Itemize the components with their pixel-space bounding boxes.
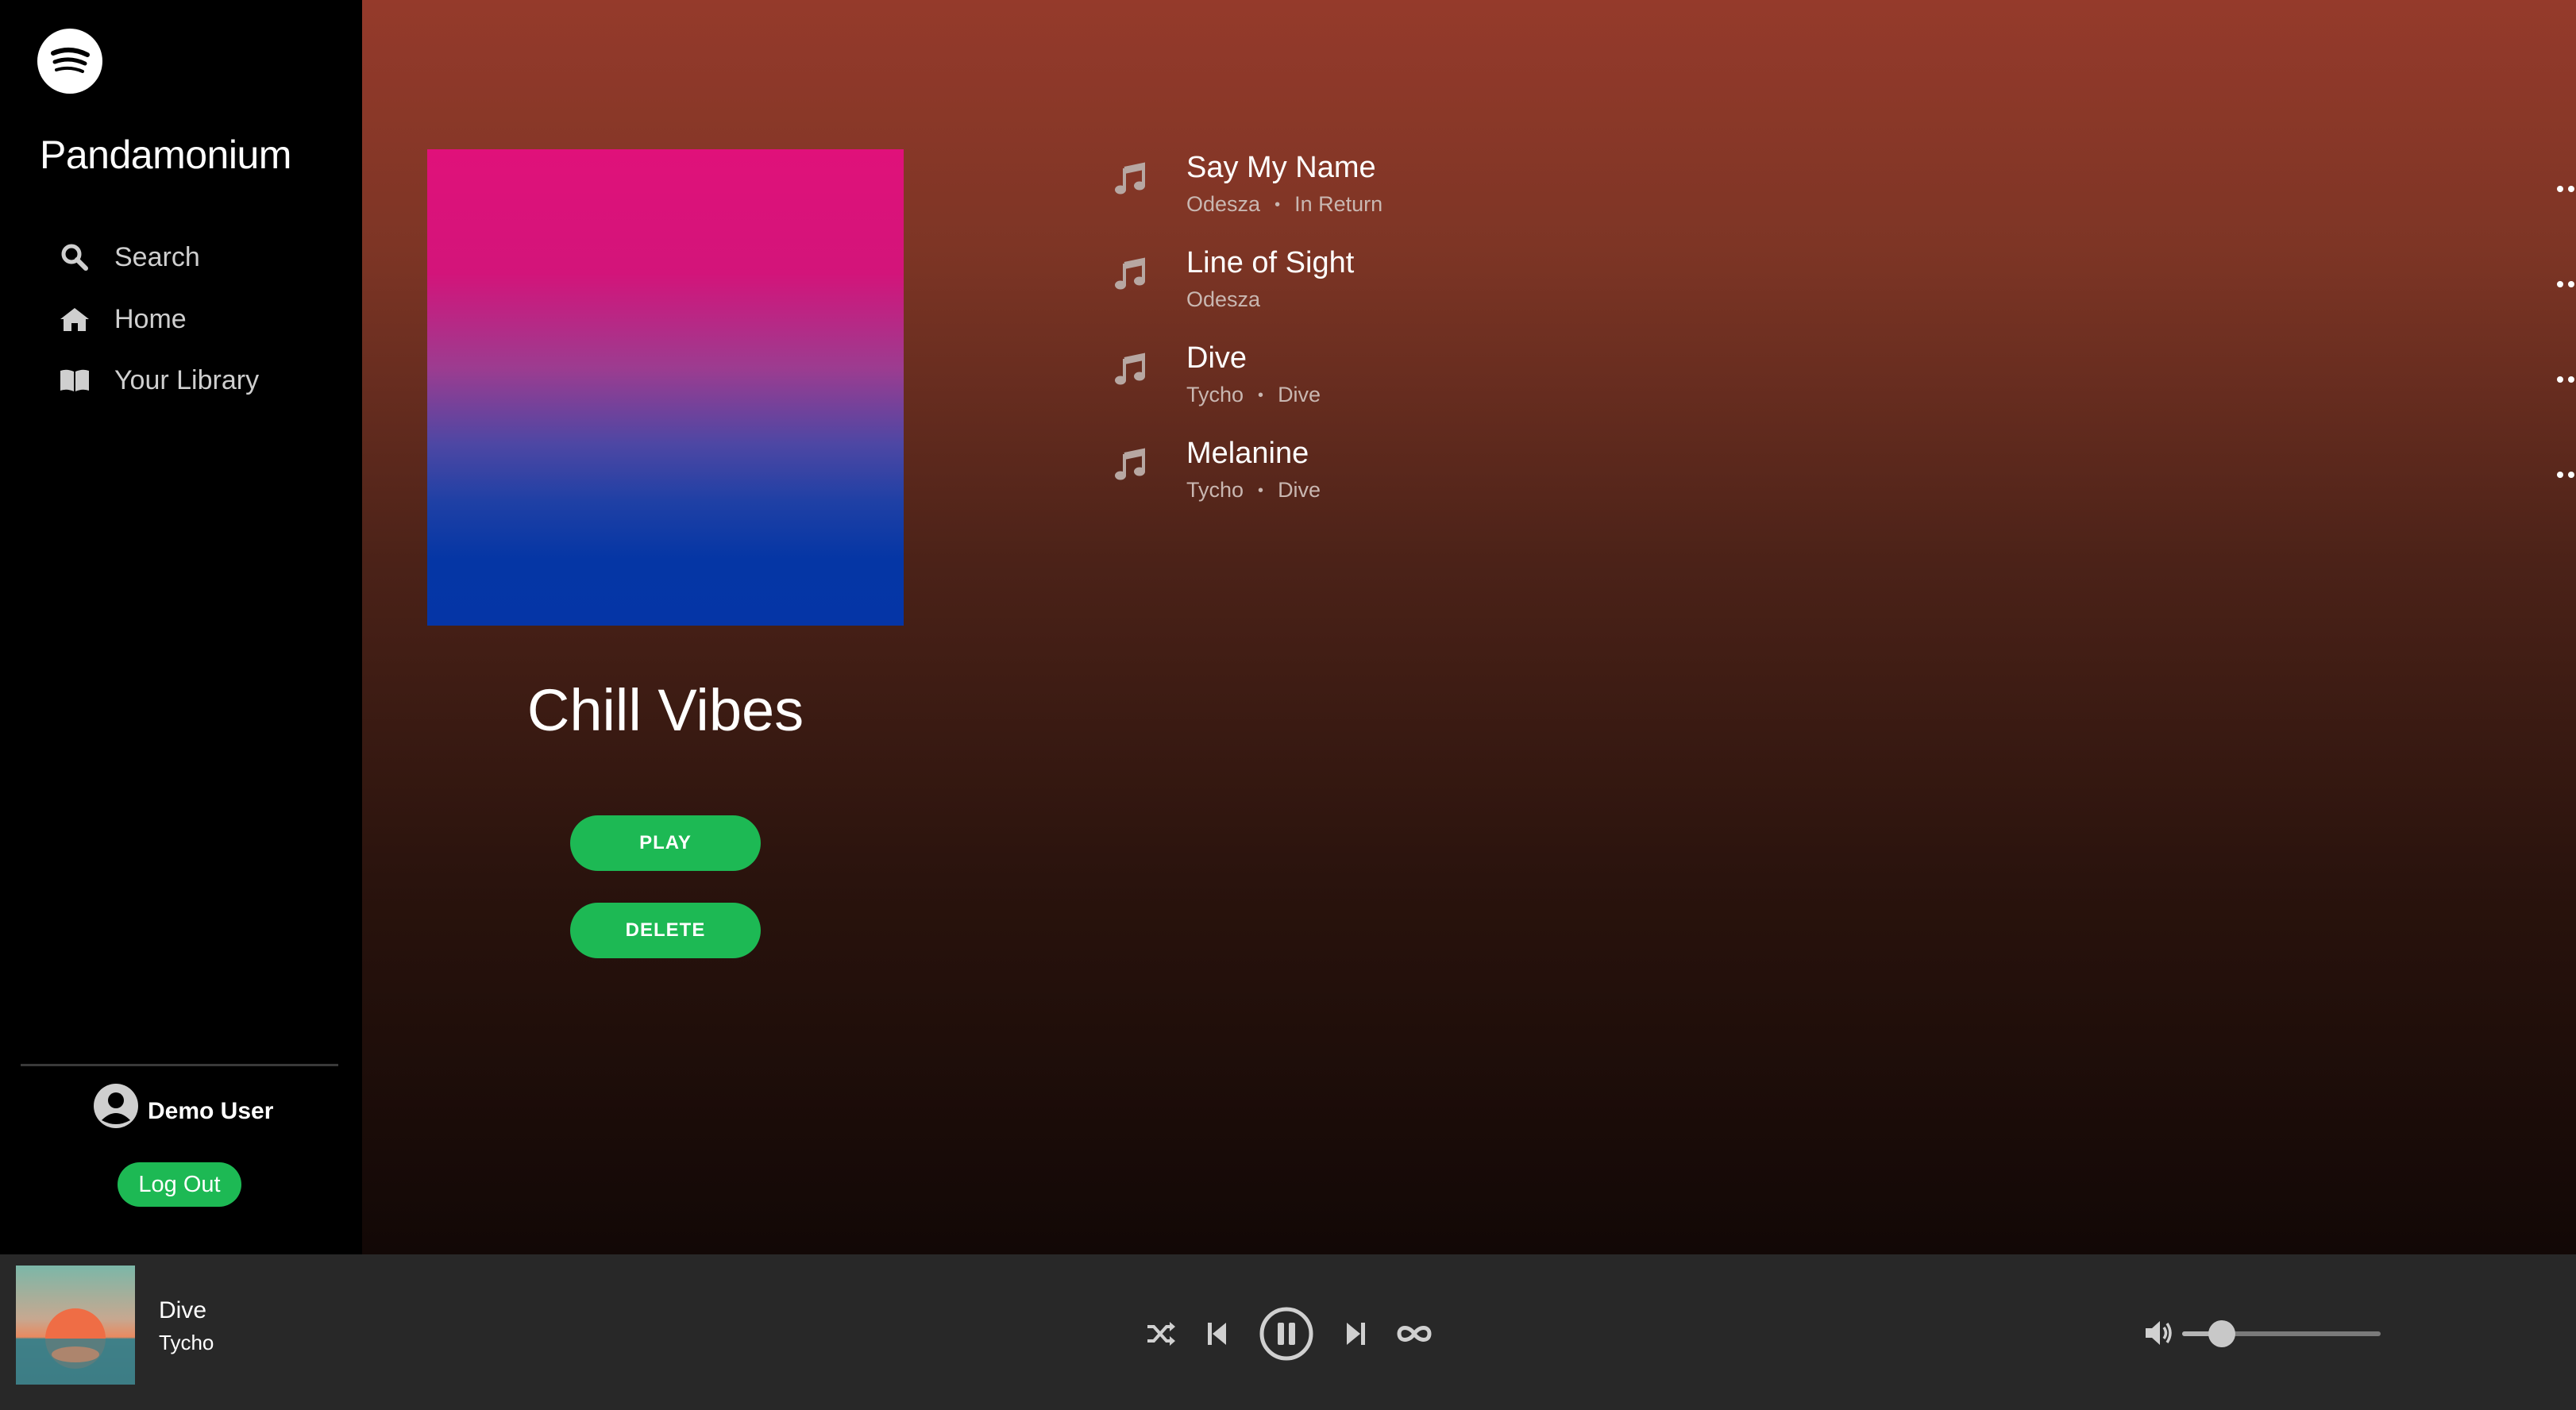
- nav-item-search[interactable]: Search: [57, 233, 200, 281]
- track-title: Line of Sight: [1186, 246, 1355, 279]
- separator-dot: •: [1258, 482, 1264, 500]
- pause-icon[interactable]: [1258, 1305, 1315, 1362]
- track-row[interactable]: Line of Sight Odesza: [1113, 246, 2576, 333]
- music-note-icon: [1115, 352, 1145, 385]
- music-note-icon: [1115, 257, 1145, 290]
- music-note-icon: [1115, 448, 1145, 480]
- track-title: Dive: [1186, 341, 1248, 375]
- play-button[interactable]: PLAY: [570, 815, 761, 871]
- repeat-icon[interactable]: [1396, 1321, 1433, 1346]
- sidebar-divider: [21, 1064, 338, 1066]
- user-avatar-icon: [92, 1082, 140, 1130]
- search-icon: [57, 240, 92, 275]
- now-playing-title[interactable]: Dive: [159, 1297, 206, 1324]
- library-icon: [57, 363, 92, 398]
- more-options-icon[interactable]: [2554, 372, 2576, 387]
- track-meta: Tycho • Dive: [1186, 478, 1321, 503]
- track-artist[interactable]: Tycho: [1186, 478, 1244, 502]
- playlist-title: Chill Vibes: [526, 677, 804, 743]
- track-row[interactable]: Say My Name Odesza • In Return: [1113, 151, 2576, 238]
- playlist-cover: [427, 149, 904, 626]
- track-meta: Odesza: [1186, 287, 1260, 312]
- nav-item-label: Your Library: [114, 364, 260, 395]
- nav-item-library[interactable]: Your Library: [57, 356, 259, 404]
- track-meta: Odesza • In Return: [1186, 192, 1382, 217]
- home-icon: [57, 302, 92, 337]
- track-album[interactable]: In Return: [1294, 192, 1382, 216]
- music-note-icon: [1115, 162, 1145, 195]
- playlist-view: Chill Vibes PLAY DELETE Say My Name Odes…: [362, 0, 2576, 1254]
- more-options-icon[interactable]: [2554, 467, 2576, 483]
- nav-item-label: Search: [114, 241, 200, 272]
- track-title: Say My Name: [1186, 151, 1376, 184]
- track-album[interactable]: Dive: [1278, 478, 1321, 502]
- app-title: Pandamonium: [40, 133, 291, 177]
- track-meta: Tycho • Dive: [1186, 383, 1321, 407]
- user-info: Demo User: [92, 1080, 273, 1132]
- track-artist[interactable]: Tycho: [1186, 383, 1244, 406]
- track-row[interactable]: Dive Tycho • Dive: [1113, 341, 2576, 429]
- logout-button[interactable]: Log Out: [118, 1162, 241, 1207]
- track-artist[interactable]: Odesza: [1186, 287, 1260, 311]
- track-title: Melanine: [1186, 437, 1309, 470]
- previous-icon[interactable]: [1205, 1319, 1229, 1348]
- user-name: Demo User: [148, 1098, 274, 1124]
- next-icon[interactable]: [1344, 1319, 1367, 1348]
- player-bar: Dive Tycho: [0, 1254, 2576, 1410]
- separator-dot: •: [1258, 387, 1264, 405]
- track-artist[interactable]: Odesza: [1186, 192, 1260, 216]
- app-logo-icon[interactable]: [37, 29, 102, 94]
- separator-dot: •: [1275, 196, 1281, 214]
- more-options-icon[interactable]: [2554, 276, 2576, 292]
- now-playing-album-art: [16, 1266, 135, 1385]
- track-album[interactable]: Dive: [1278, 383, 1321, 406]
- volume-icon[interactable]: [2142, 1316, 2176, 1350]
- nav-item-home[interactable]: Home: [57, 295, 187, 343]
- delete-playlist-button[interactable]: DELETE: [570, 903, 761, 958]
- nav-item-label: Home: [114, 303, 187, 334]
- volume-slider[interactable]: [2182, 1320, 2381, 1347]
- track-row[interactable]: Melanine Tycho • Dive: [1113, 437, 2576, 524]
- now-playing-artist[interactable]: Tycho: [159, 1331, 214, 1355]
- more-options-icon[interactable]: [2554, 181, 2576, 197]
- shuffle-icon[interactable]: [1145, 1319, 1177, 1348]
- sidebar: Pandamonium Search Home Your Library Dem…: [0, 0, 362, 1254]
- volume-slider-handle[interactable]: [2208, 1320, 2235, 1347]
